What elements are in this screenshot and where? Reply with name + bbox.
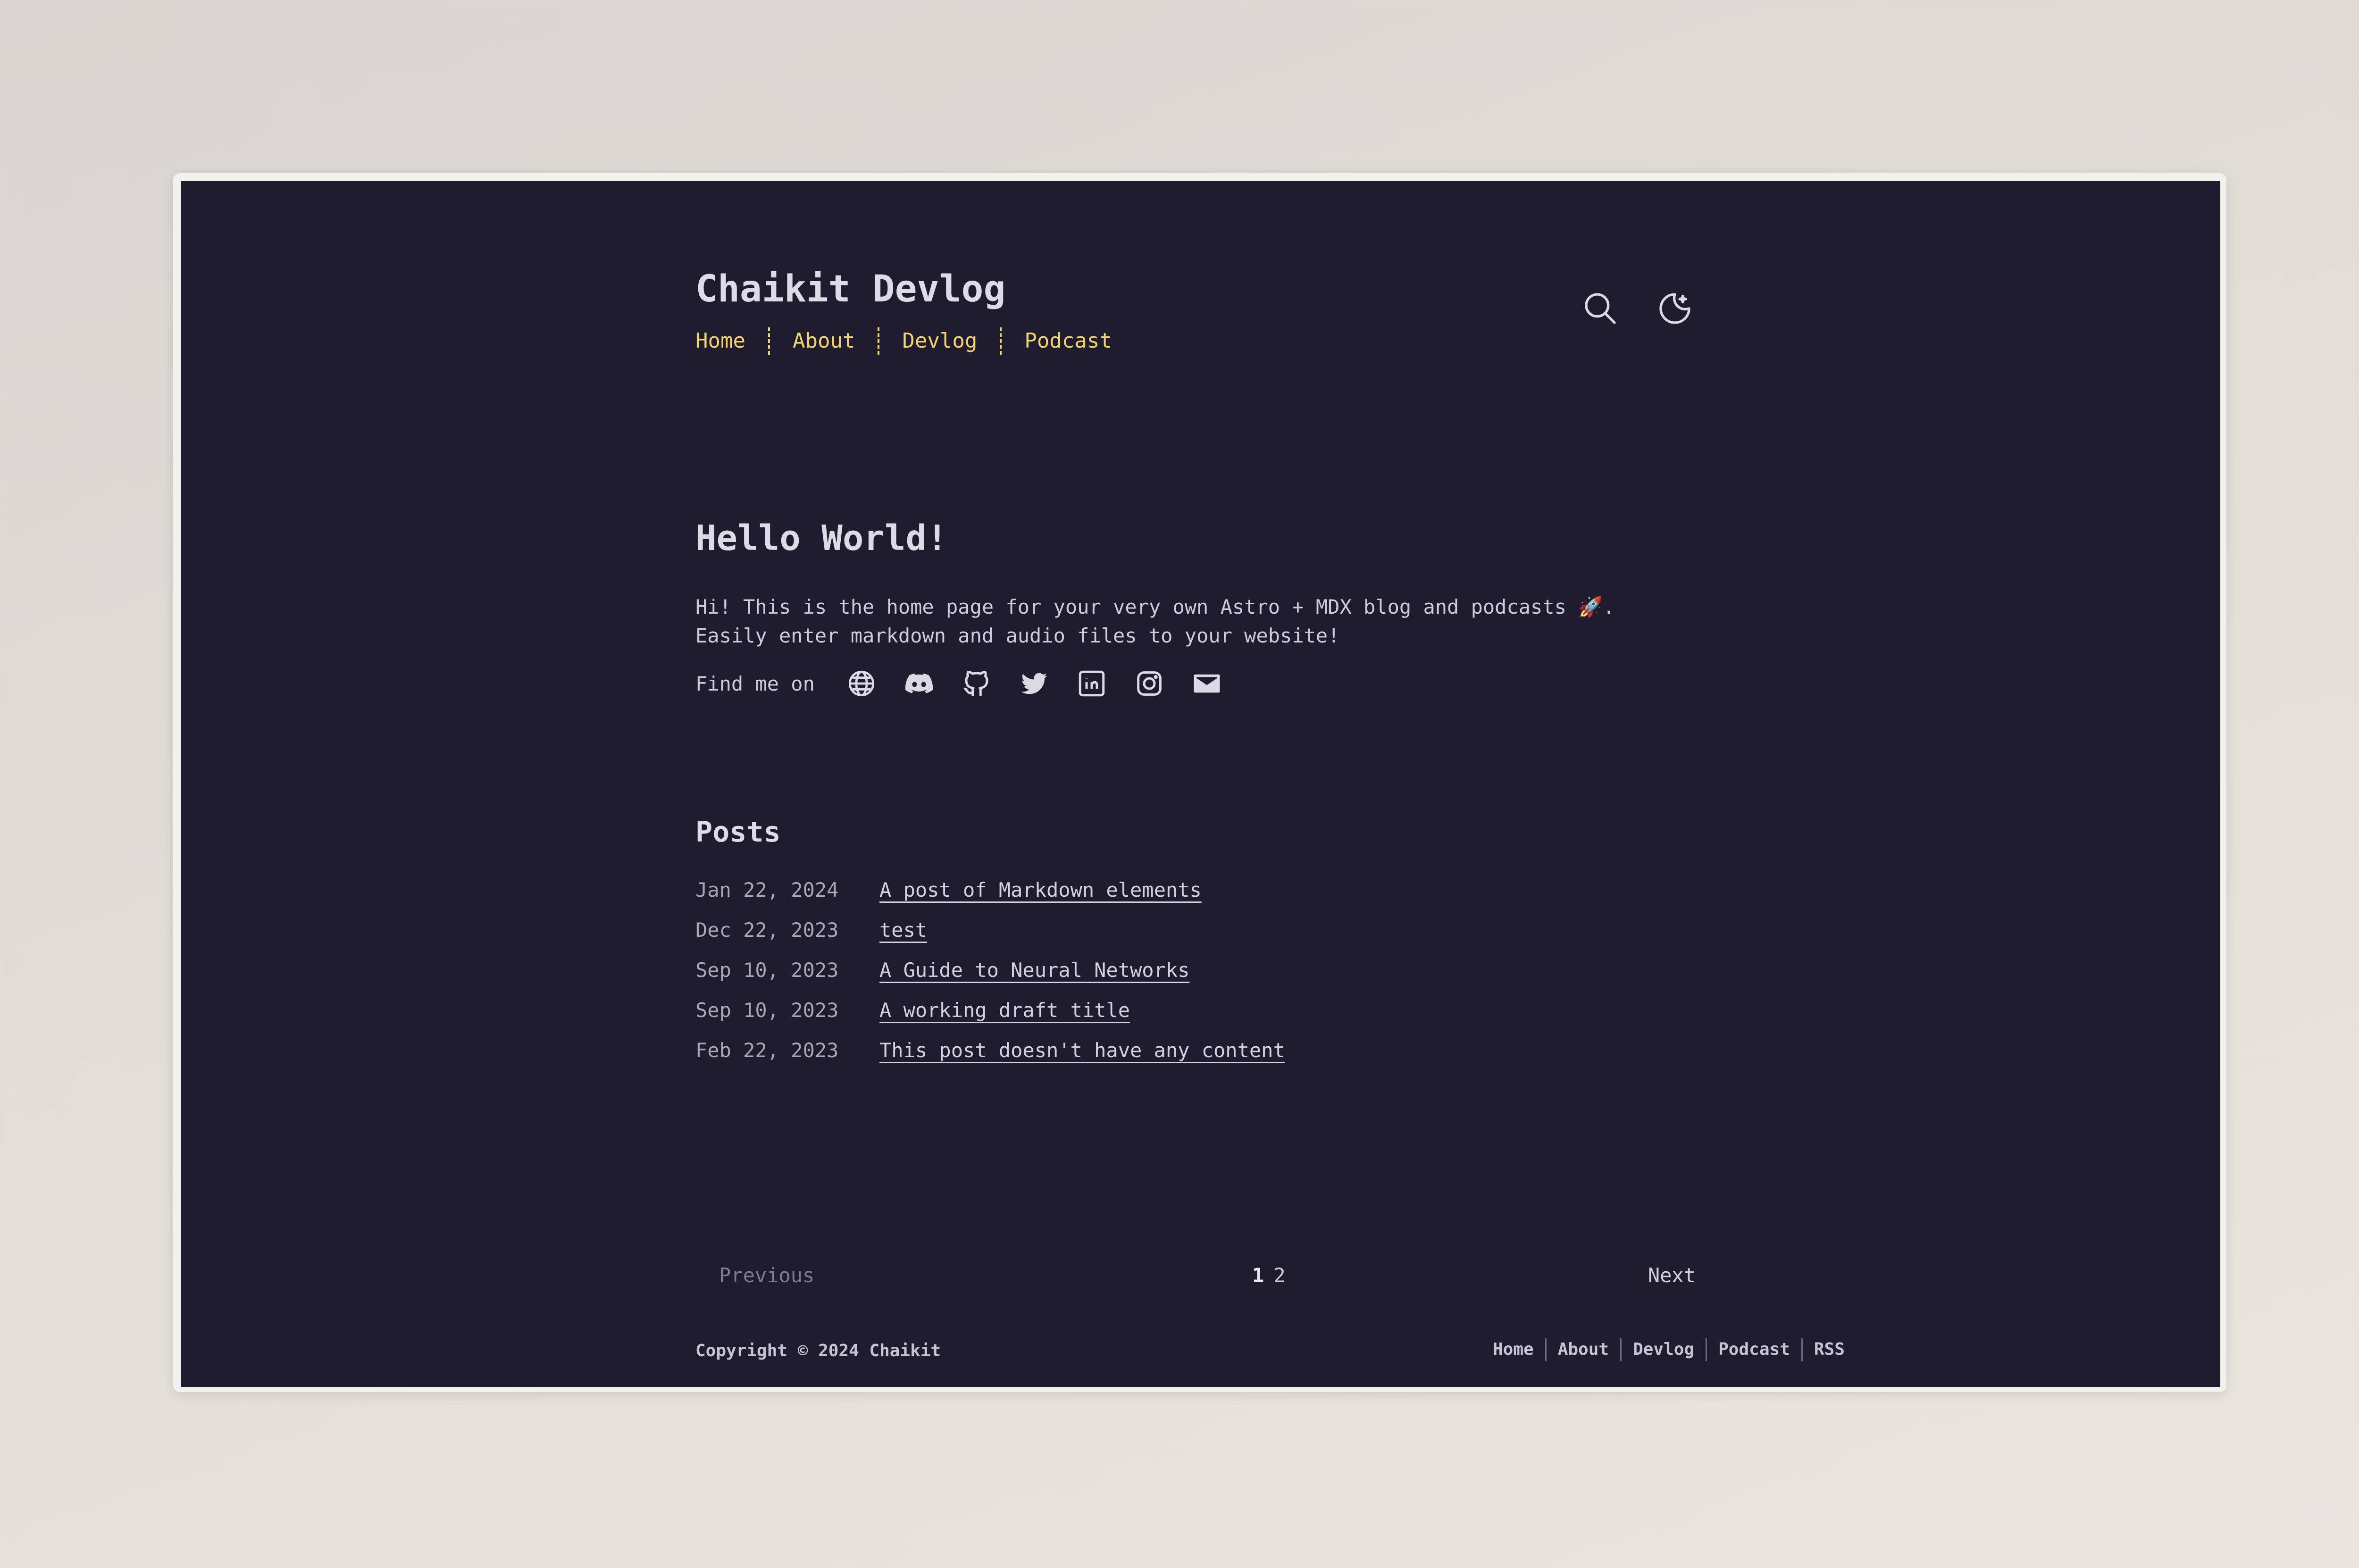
posts-list: Jan 22, 2024 A post of Markdown elements… <box>695 870 1285 1070</box>
main-nav: Home About Devlog Podcast <box>695 327 1112 355</box>
next-page-button[interactable]: Next <box>1648 1264 1696 1287</box>
search-button[interactable] <box>1581 290 1619 327</box>
post-date: Sep 10, 2023 <box>695 999 839 1022</box>
intro-text-line-1: Hi! This is the home page for your very … <box>695 595 1615 618</box>
hero-heading: Hello World! <box>695 518 948 559</box>
instagram-icon <box>1137 671 1162 696</box>
footer-divider <box>1620 1338 1622 1361</box>
instagram-link[interactable] <box>1133 667 1166 700</box>
post-link[interactable]: test <box>879 918 927 942</box>
post-link[interactable]: This post doesn't have any content <box>879 1039 1285 1062</box>
post-date: Feb 22, 2023 <box>695 1039 839 1062</box>
nav-home[interactable]: Home <box>695 331 745 351</box>
footer-link-about[interactable]: About <box>1558 1341 1609 1358</box>
list-item: Sep 10, 2023 A working draft title <box>695 990 1285 1030</box>
pagination: Previous 1 2 Next <box>695 1264 1700 1292</box>
copyright-text: Copyright © 2024 Chaikit <box>695 1341 941 1360</box>
site-title[interactable]: Chaikit Devlog <box>695 271 1005 308</box>
footer-link-devlog[interactable]: Devlog <box>1633 1341 1694 1358</box>
nav-divider <box>1000 327 1002 355</box>
post-link[interactable]: A working draft title <box>879 999 1130 1022</box>
page-numbers: 1 2 <box>1252 1264 1286 1287</box>
list-item: Sep 10, 2023 A Guide to Neural Networks <box>695 950 1285 990</box>
mail-icon <box>1194 674 1220 693</box>
list-item: Dec 22, 2023 test <box>695 910 1285 950</box>
nav-divider <box>878 327 880 355</box>
list-item: Feb 22, 2023 This post doesn't have any … <box>695 1030 1285 1070</box>
page-2-link[interactable]: 2 <box>1273 1264 1285 1287</box>
post-link[interactable]: A Guide to Neural Networks <box>879 959 1189 982</box>
website-link[interactable] <box>845 667 878 700</box>
twitter-icon <box>1021 673 1047 694</box>
footer-link-rss[interactable]: RSS <box>1814 1341 1845 1358</box>
footer-divider <box>1545 1338 1547 1361</box>
nav-about[interactable]: About <box>793 331 855 351</box>
posts-heading: Posts <box>695 816 781 849</box>
nav-devlog[interactable]: Devlog <box>902 331 977 351</box>
search-icon <box>1585 293 1616 324</box>
social-links: Find me on <box>695 667 1248 700</box>
footer-divider <box>1706 1338 1707 1361</box>
post-date: Jan 22, 2024 <box>695 878 839 901</box>
github-link[interactable] <box>960 667 993 700</box>
list-item: Jan 22, 2024 A post of Markdown elements <box>695 870 1285 910</box>
page-1-link[interactable]: 1 <box>1252 1264 1264 1287</box>
twitter-link[interactable] <box>1018 667 1051 700</box>
page-viewport: Chaikit Devlog Home About Devlog Podcast… <box>181 181 2220 1387</box>
footer-divider <box>1801 1338 1803 1361</box>
footer-link-home[interactable]: Home <box>1493 1341 1534 1358</box>
discord-icon <box>905 673 933 693</box>
post-link[interactable]: A post of Markdown elements <box>879 878 1202 901</box>
linkedin-icon <box>1079 670 1105 697</box>
theme-toggle-button[interactable] <box>1656 290 1694 327</box>
post-date: Sep 10, 2023 <box>695 959 839 982</box>
footer-link-podcast[interactable]: Podcast <box>1718 1341 1790 1358</box>
nav-podcast[interactable]: Podcast <box>1024 331 1112 351</box>
discord-link[interactable] <box>903 667 936 700</box>
previous-page-button[interactable]: Previous <box>719 1264 814 1287</box>
moon-icon <box>1659 293 1690 324</box>
intro-text-line-2: Easily enter markdown and audio files to… <box>695 624 1340 647</box>
linkedin-link[interactable] <box>1075 667 1108 700</box>
footer-nav: Home About Devlog Podcast RSS <box>1493 1338 1845 1361</box>
globe-icon <box>848 670 874 697</box>
email-link[interactable] <box>1190 667 1223 700</box>
github-icon <box>963 670 988 697</box>
nav-divider <box>768 327 770 355</box>
find-me-label: Find me on <box>695 672 815 695</box>
post-date: Dec 22, 2023 <box>695 918 839 942</box>
